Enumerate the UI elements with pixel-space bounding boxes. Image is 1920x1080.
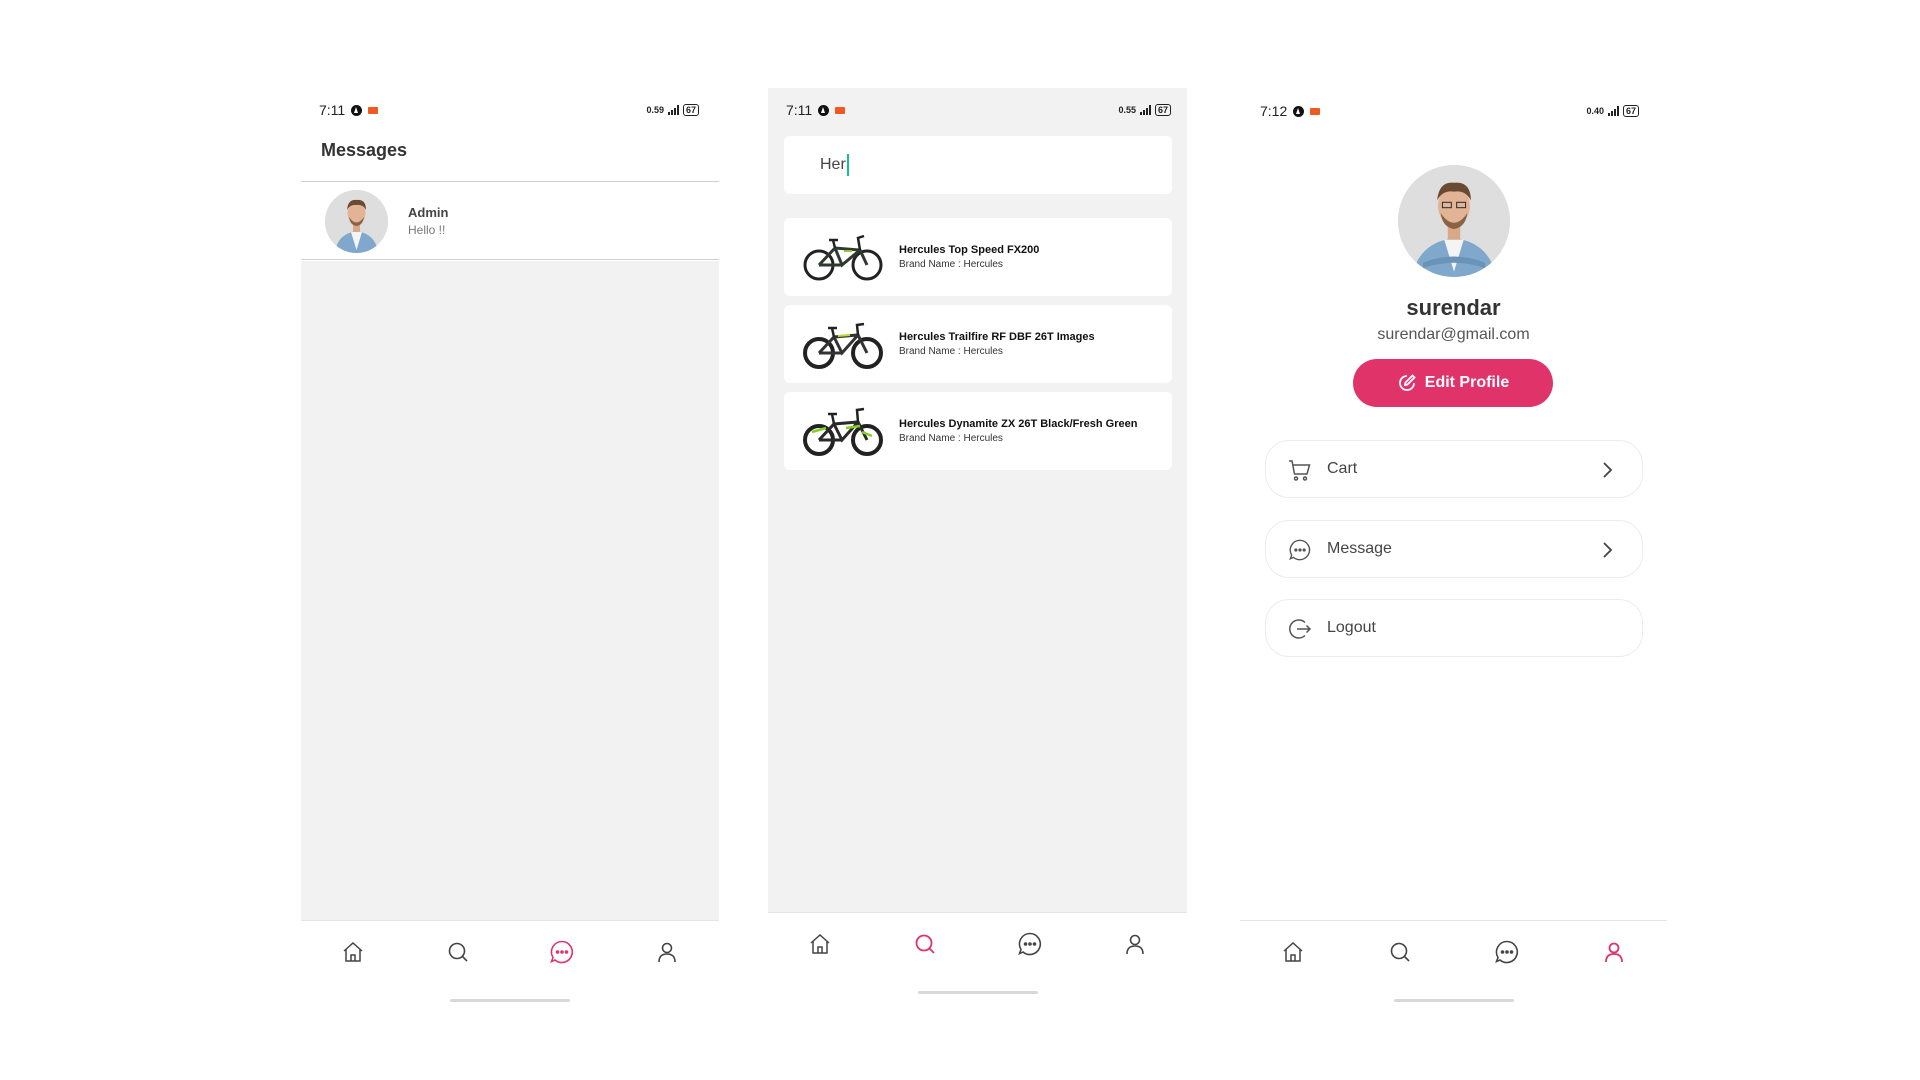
signal-icon [667,105,679,115]
menu-item-message[interactable]: Message [1265,520,1643,578]
nav-home[interactable] [805,929,835,959]
search-screen: 7:11 0.55 67 Her Hercules Top Speed FX20… [768,88,1187,1000]
status-bar: 7:11 0.55 67 [768,90,1187,130]
result-title: Hercules Dynamite ZX 26T Black/Fresh Gre… [899,418,1138,430]
bicycle-image [803,234,883,281]
conversation-preview: Hello !! [408,223,446,237]
chevron-right-icon [1603,542,1613,558]
nav-profile[interactable] [1599,937,1629,967]
network-speed: 0.40 [1586,106,1604,116]
network-speed: 0.59 [646,105,664,115]
app-notification-icon [1293,105,1305,117]
menu-item-cart[interactable]: Cart [1265,440,1643,498]
user-name: surendar [1406,295,1501,320]
messages-screen: 7:11 0.59 67 Messages Admin Hello !! [301,90,719,1008]
edit-icon [1398,374,1416,391]
search-icon [915,934,935,954]
nav-messages[interactable] [1492,937,1522,967]
home-icon [1283,941,1303,962]
menu-item-logout[interactable]: Logout [1265,599,1643,657]
result-brand: Brand Name : Hercules [899,259,1003,270]
signal-icon [1139,105,1151,115]
result-brand: Brand Name : Hercules [899,346,1003,357]
app-notification-icon [818,104,830,116]
user-icon [1125,934,1144,955]
status-time: 7:12 [1260,103,1288,119]
recording-icon [368,106,379,114]
home-indicator [450,999,570,1002]
battery-level: 67 [1154,104,1171,116]
result-title: Hercules Trailfire RF DBF 26T Images [899,331,1095,343]
status-time: 7:11 [786,102,813,118]
home-icon [810,933,830,954]
recording-icon [1310,107,1321,115]
bottom-nav [768,912,1187,1000]
chat-bubble-icon [1494,940,1518,964]
edit-profile-label: Edit Profile [1424,374,1510,391]
bicycle-image [803,322,883,369]
status-bar: 7:12 0.40 67 [1240,91,1667,131]
home-indicator [917,991,1038,994]
battery-level: 67 [682,104,699,116]
status-time: 7:11 [319,102,346,118]
edit-profile-button[interactable]: Edit Profile [1353,359,1553,407]
user-icon [1604,942,1623,963]
search-icon [1390,942,1410,962]
chat-bubble-icon [550,940,574,964]
conversation-item[interactable]: Admin Hello !! [301,182,719,260]
battery-level: 67 [1622,105,1639,117]
user-icon [657,942,676,963]
bicycle-image [803,407,883,456]
nav-messages[interactable] [1015,929,1045,959]
chat-bubble-icon [1017,932,1041,956]
menu-label: Message [1327,540,1392,557]
logout-icon [1289,619,1312,639]
avatar [325,190,388,253]
nav-home[interactable] [1278,937,1308,967]
menu-label: Cart [1327,460,1358,477]
search-icon [448,942,468,962]
nav-profile[interactable] [652,937,682,967]
chat-bubble-icon [1289,539,1311,561]
cart-icon [1289,460,1311,481]
nav-search[interactable] [443,937,473,967]
profile-screen: 7:12 0.40 67 surendar surendar@gmail.com… [1240,88,1667,1008]
person-avatar-icon [325,190,388,253]
recording-icon [835,106,846,114]
bottom-nav [1240,920,1667,1008]
nav-messages[interactable] [547,937,577,967]
page-title: Messages [321,140,408,160]
conversation-name: Admin [408,205,449,220]
text-cursor [846,154,849,176]
home-indicator [1393,999,1514,1002]
app-notification-icon [351,104,363,116]
result-item[interactable]: Hercules Dynamite ZX 26T Black/Fresh Gre… [784,392,1172,470]
result-item[interactable]: Hercules Top Speed FX200 Brand Name : He… [784,218,1172,296]
search-input[interactable]: Her [784,136,1172,194]
message-list-area [301,261,719,920]
result-item[interactable]: Hercules Trailfire RF DBF 26T Images Bra… [784,305,1172,383]
network-speed: 0.55 [1118,105,1136,115]
search-input-text: Her [820,154,849,176]
nav-search[interactable] [910,929,940,959]
user-email: surendar@gmail.com [1377,326,1530,343]
profile-avatar [1398,165,1510,277]
home-icon [343,941,363,962]
signal-icon [1607,106,1619,116]
menu-label: Logout [1327,619,1376,636]
nav-profile[interactable] [1120,929,1150,959]
status-bar: 7:11 0.59 67 [301,90,719,130]
chevron-right-icon [1603,462,1613,478]
result-brand: Brand Name : Hercules [899,433,1003,444]
bottom-nav [301,920,719,1008]
nav-home[interactable] [338,937,368,967]
result-title: Hercules Top Speed FX200 [899,244,1040,256]
person-avatar-icon [1398,165,1510,277]
nav-search[interactable] [1385,937,1415,967]
